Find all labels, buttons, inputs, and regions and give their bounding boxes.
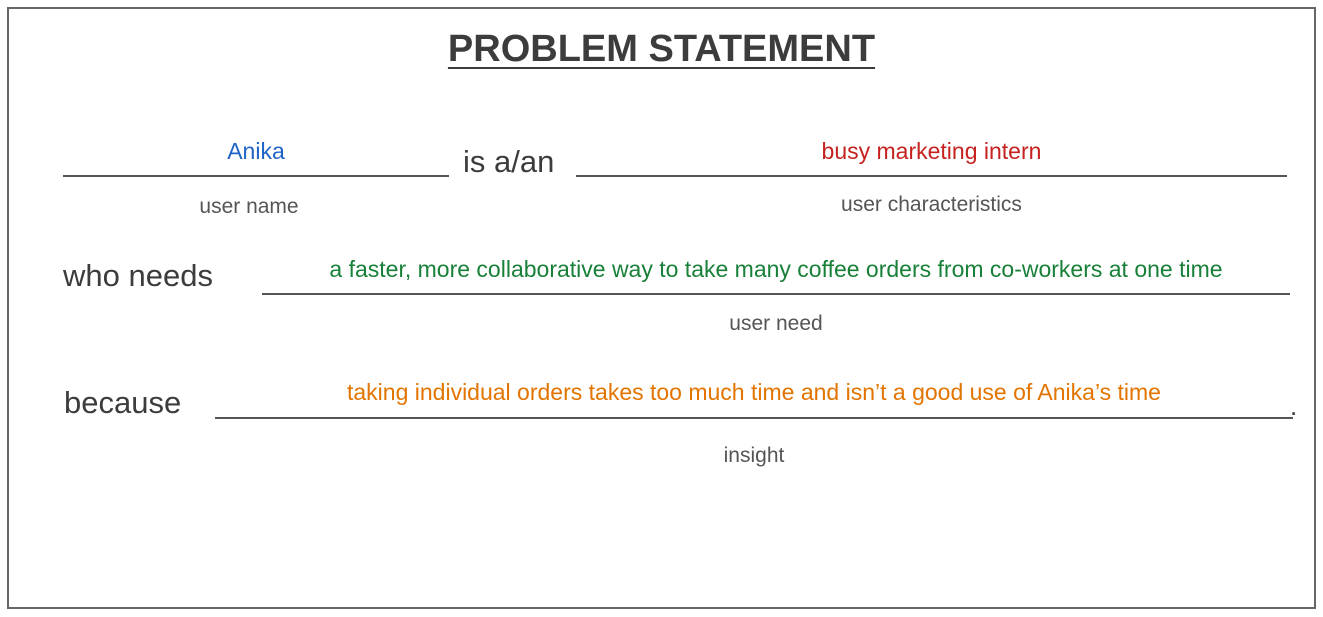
user-need-line	[262, 293, 1290, 295]
page-title: PROBLEM STATEMENT	[0, 28, 1323, 71]
who-needs-label: who needs	[63, 258, 213, 293]
user-need-caption: user need	[729, 312, 823, 335]
user-name-line	[63, 175, 449, 177]
problem-statement-card	[7, 7, 1316, 609]
insight-value: taking individual orders takes too much …	[347, 379, 1161, 405]
insight-period: .	[1290, 391, 1298, 421]
user-characteristics-value: busy marketing intern	[821, 138, 1042, 164]
insight-caption: insight	[723, 444, 785, 467]
because-label: because	[64, 385, 182, 420]
page-title-text: PROBLEM STATEMENT	[447, 28, 876, 70]
user-characteristics-line	[576, 175, 1287, 177]
user-characteristics-caption: user characteristics	[841, 193, 1022, 216]
user-name-caption: user name	[199, 195, 299, 218]
is-a-an-label: is a/an	[463, 144, 555, 179]
insight-line	[215, 417, 1293, 419]
user-need-value: a faster, more collaborative way to take…	[329, 256, 1223, 282]
user-name-value: Anika	[227, 138, 285, 164]
